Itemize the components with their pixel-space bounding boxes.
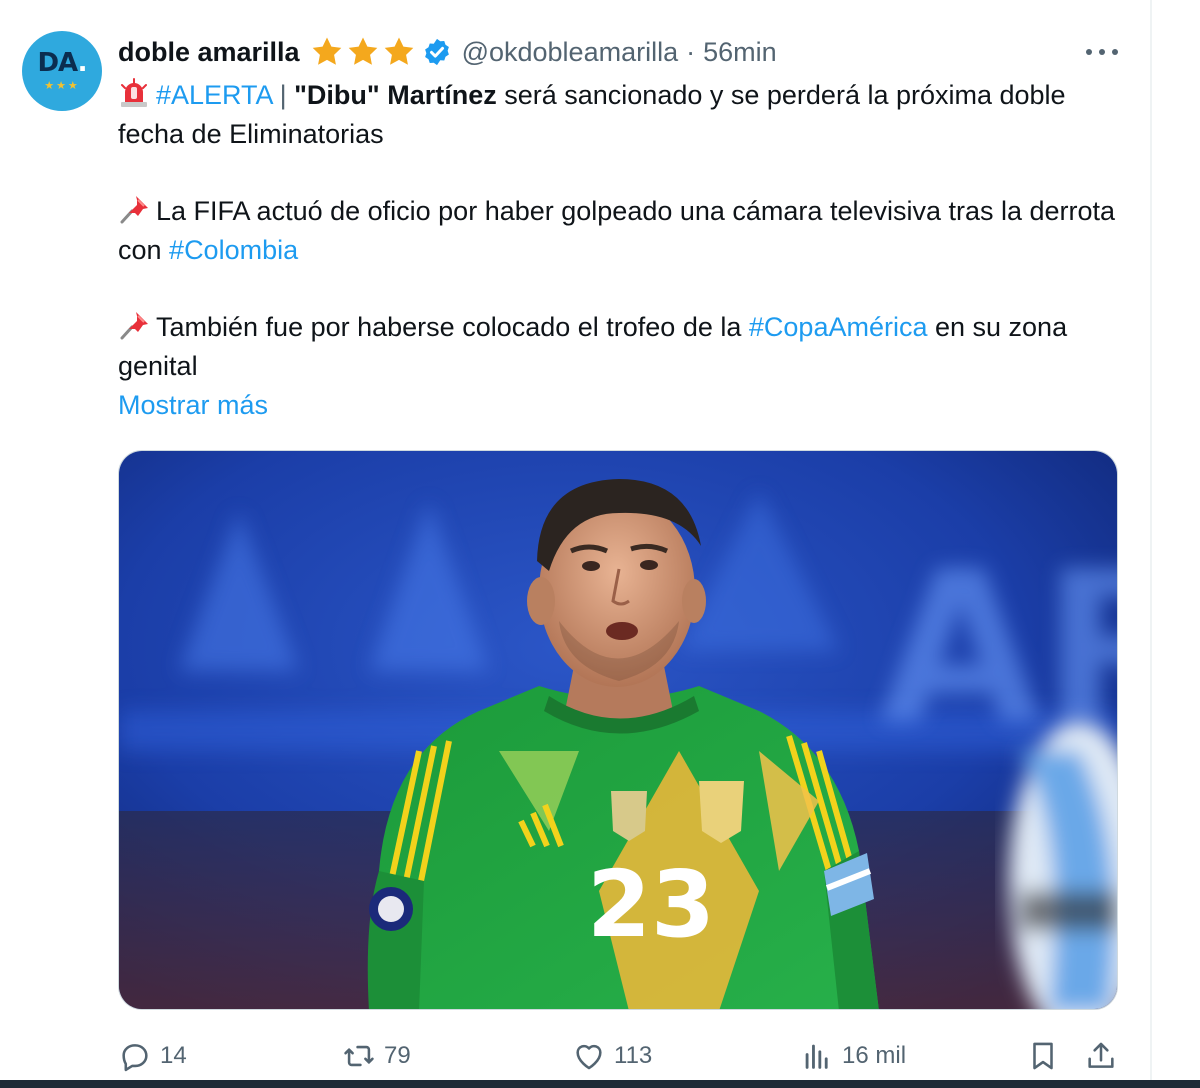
share-icon xyxy=(1088,1042,1114,1068)
browser-viewport: DA. ★★★ doble amarilla @okdobleamarilla … xyxy=(0,0,1200,1088)
pushpin-icon xyxy=(120,312,148,340)
avatar-stars: ★★★ xyxy=(44,80,80,92)
tweet-header: doble amarilla @okdobleamarilla · 56min xyxy=(118,30,777,74)
photo-goalkeeper: AR xyxy=(119,451,1117,1009)
reply-icon xyxy=(122,1044,148,1072)
separator: · xyxy=(686,36,696,67)
retweet-count: 79 xyxy=(384,1042,411,1069)
handle[interactable]: @okdobleamarilla xyxy=(462,37,679,68)
police-light-icon xyxy=(121,78,147,107)
hashtag-alerta[interactable]: #ALERTA xyxy=(156,80,272,110)
hashtag-copaamerica[interactable]: #CopaAmérica xyxy=(749,312,928,342)
reply-button[interactable]: 14 xyxy=(118,1034,187,1078)
tweet[interactable]: DA. ★★★ doble amarilla @okdobleamarilla … xyxy=(0,0,1150,1080)
star-icon xyxy=(384,37,413,65)
views-button[interactable]: 16 mil xyxy=(800,1034,906,1078)
star-icon xyxy=(312,37,341,65)
verified-badge-icon xyxy=(424,38,449,66)
star-icon xyxy=(348,37,377,65)
taskbar-edge xyxy=(0,1080,1200,1088)
avatar[interactable]: DA. ★★★ xyxy=(22,31,102,111)
jersey-number: 23 xyxy=(587,851,715,958)
analytics-icon xyxy=(805,1044,828,1069)
heart-icon xyxy=(576,1044,602,1070)
paragraph-trofeo: También fue por haberse colocado el trof… xyxy=(118,312,1068,381)
display-name[interactable]: doble amarilla xyxy=(118,37,300,68)
retweet-icon xyxy=(344,1045,374,1067)
paragraph-fifa: La FIFA actuó de oficio por haber golpea… xyxy=(118,196,1116,265)
bookmark-icon xyxy=(1033,1042,1053,1070)
bookmark-button[interactable] xyxy=(1026,1034,1060,1078)
paragraph-alert: #ALERTA | "Dibu" Martínez será sancionad… xyxy=(118,78,1066,149)
like-count: 113 xyxy=(614,1042,653,1069)
reply-count: 14 xyxy=(160,1042,187,1069)
tweet-photo[interactable]: AR xyxy=(118,450,1118,1010)
show-more-link[interactable]: Mostrar más xyxy=(118,386,268,425)
pushpin-icon xyxy=(120,196,148,224)
avatar-logo: DA. xyxy=(37,48,87,78)
views-count: 16 mil xyxy=(842,1042,907,1069)
tweet-actions: 14 79 113 16 mil xyxy=(118,1034,1118,1078)
retweet-button[interactable]: 79 xyxy=(342,1034,411,1078)
timeline-border xyxy=(1150,0,1152,1088)
share-button[interactable] xyxy=(1084,1034,1118,1078)
hashtag-colombia[interactable]: #Colombia xyxy=(169,235,298,265)
tweet-text: #ALERTA | "Dibu" Martínez será sancionad… xyxy=(118,76,1128,386)
more-icon[interactable] xyxy=(1086,40,1118,64)
gold-stars xyxy=(310,35,416,69)
timestamp[interactable]: 56min xyxy=(703,37,777,68)
like-button[interactable]: 113 xyxy=(572,1034,652,1078)
